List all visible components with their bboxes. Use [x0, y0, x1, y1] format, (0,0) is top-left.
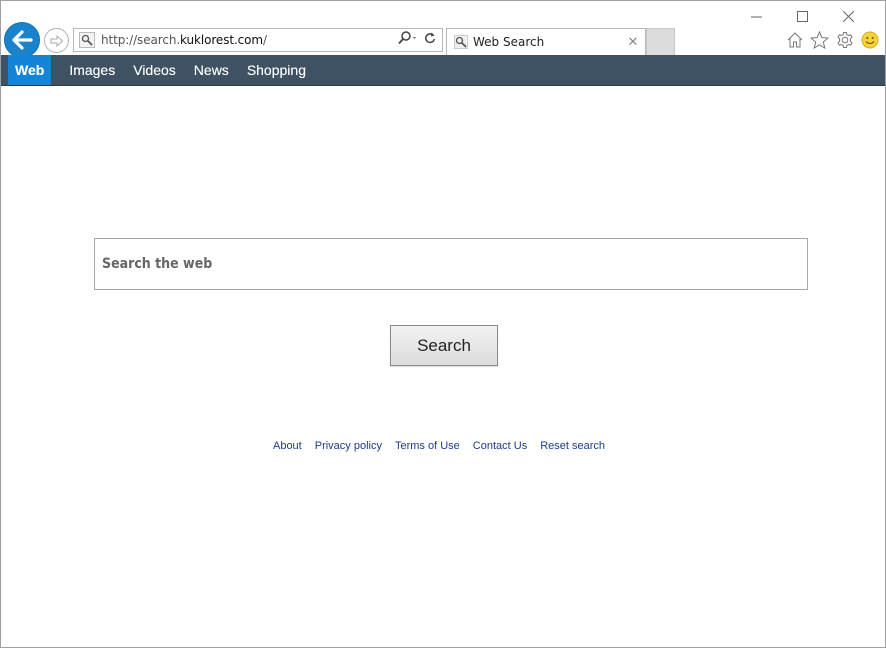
- minimize-icon: [750, 16, 762, 17]
- search-icon: [454, 35, 468, 49]
- nav-item-shopping[interactable]: Shopping: [238, 55, 315, 85]
- minimize-button[interactable]: [733, 7, 779, 25]
- search-input[interactable]: [94, 238, 808, 290]
- gear-icon[interactable]: [835, 30, 854, 49]
- maximize-icon: [796, 10, 808, 22]
- nav-item-images[interactable]: Images: [60, 55, 124, 85]
- tab-title: Web Search: [473, 35, 545, 49]
- url-prefix: http://search.: [101, 33, 181, 47]
- footer-link-terms-of-use[interactable]: Terms of Use: [395, 440, 460, 452]
- maximize-button[interactable]: [779, 7, 825, 25]
- star-icon[interactable]: [810, 30, 829, 49]
- browser-toolbar: [785, 30, 879, 49]
- refresh-icon[interactable]: [424, 31, 436, 50]
- url-text[interactable]: http://search.kuklorest.com/: [101, 33, 398, 47]
- url-suffix: /: [263, 33, 267, 47]
- close-window-button[interactable]: [825, 7, 871, 25]
- nav-item-web[interactable]: Web: [8, 55, 52, 85]
- footer-link-about[interactable]: About: [273, 440, 302, 452]
- smiley-icon[interactable]: [860, 30, 879, 49]
- search-icon: [79, 32, 95, 48]
- footer-link-reset-search[interactable]: Reset search: [540, 440, 605, 452]
- tab-close-button[interactable]: ✕: [623, 34, 643, 50]
- address-bar[interactable]: http://search.kuklorest.com/: [73, 28, 443, 52]
- footer-link-privacy-policy[interactable]: Privacy policy: [315, 440, 382, 452]
- window-controls: [733, 7, 871, 25]
- forward-button[interactable]: [44, 28, 69, 53]
- new-tab-button[interactable]: [646, 28, 675, 55]
- home-icon[interactable]: [785, 30, 804, 49]
- arrow-right-icon: [50, 34, 63, 47]
- footer-link-contact-us[interactable]: Contact Us: [473, 440, 527, 452]
- browser-window: http://search.kuklorest.com/ Web Search …: [0, 0, 886, 648]
- nav-item-news[interactable]: News: [185, 55, 238, 85]
- arrow-left-icon: [12, 30, 33, 50]
- back-button[interactable]: [4, 22, 40, 58]
- url-domain: kuklorest.com: [180, 33, 264, 47]
- tab-web-search[interactable]: Web Search ✕: [446, 28, 646, 55]
- search-category-nav: Web Images Videos News Shopping: [1, 55, 885, 86]
- close-icon: [842, 10, 854, 22]
- nav-item-videos[interactable]: Videos: [124, 55, 185, 85]
- search-dropdown-icon[interactable]: [398, 30, 420, 50]
- footer-links: About Privacy policy Terms of Use Contac…: [1, 440, 877, 452]
- search-button[interactable]: Search: [390, 325, 498, 366]
